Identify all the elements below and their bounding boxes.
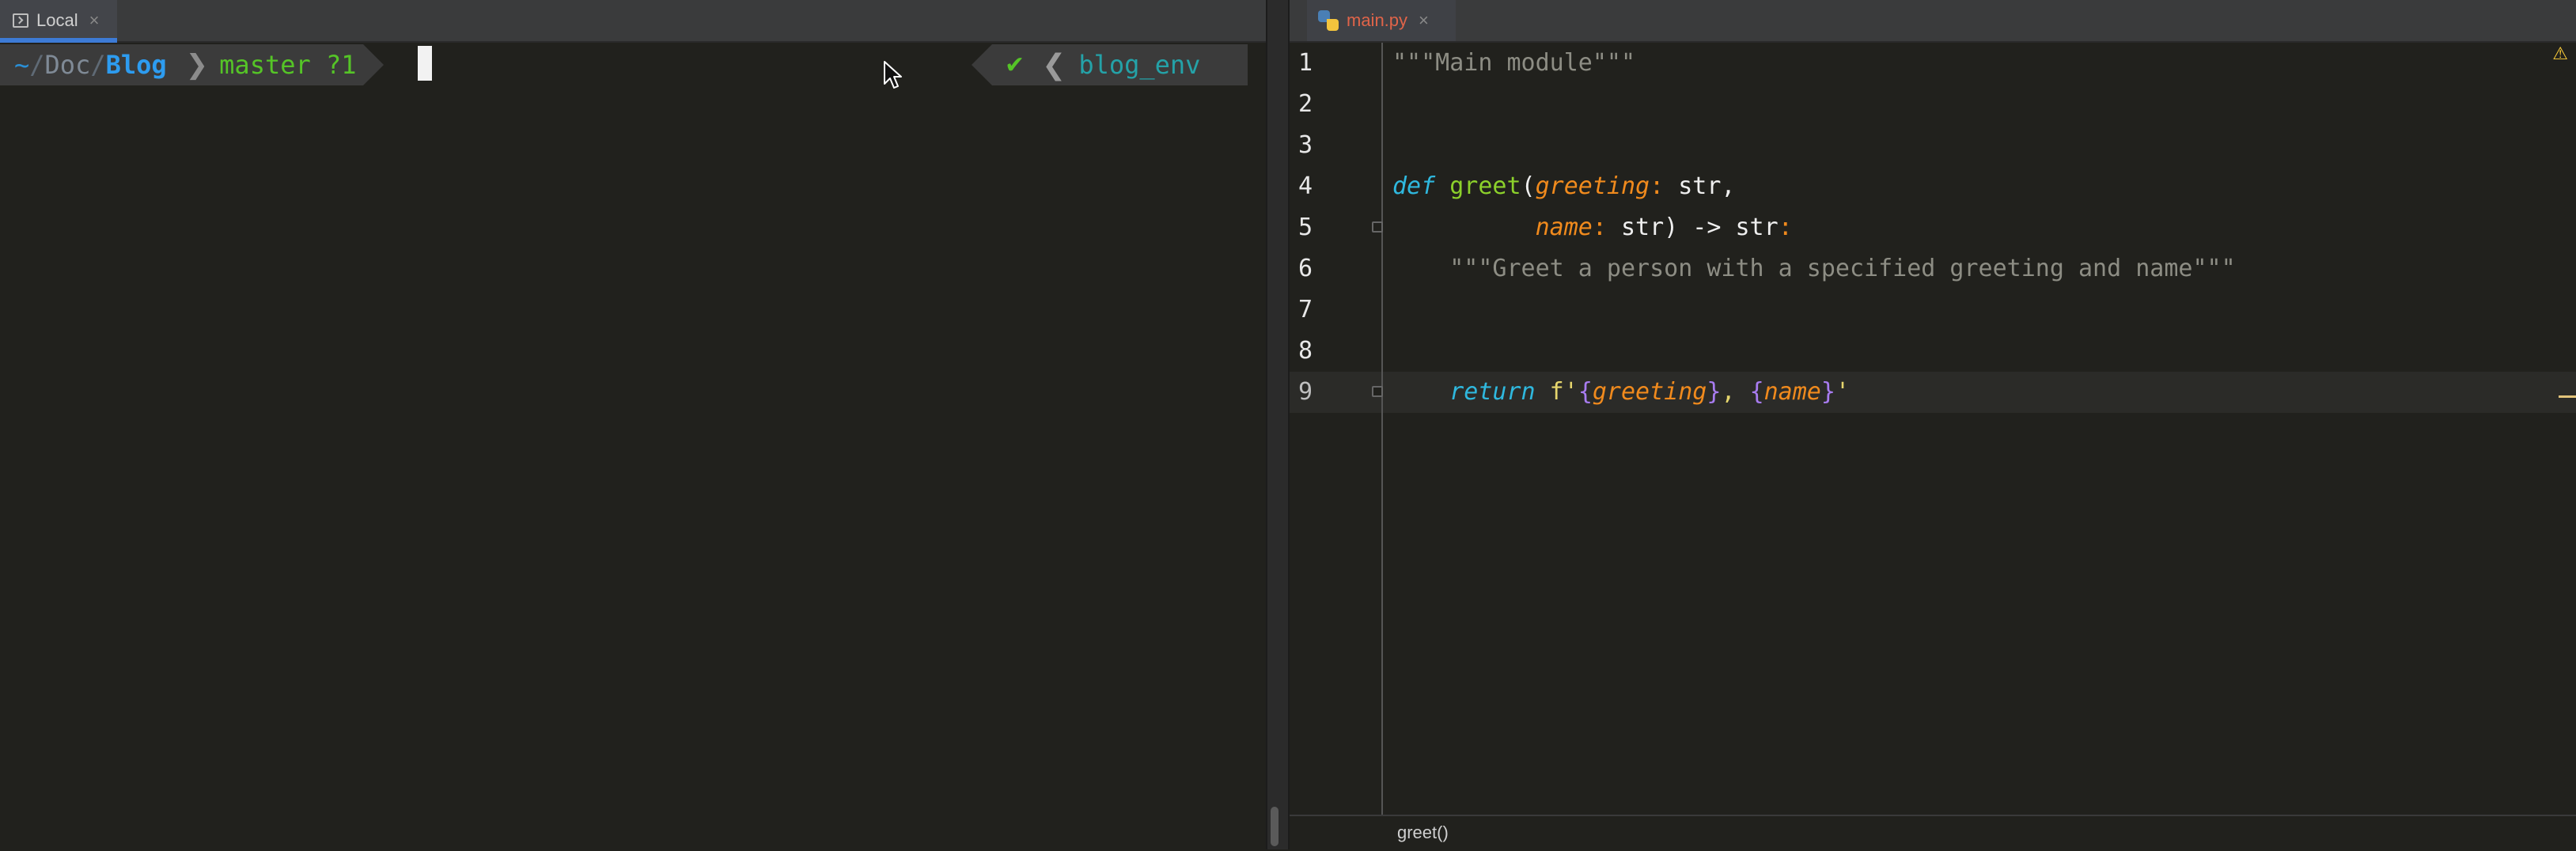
keyword: def — [1392, 172, 1436, 200]
parameter: greeting — [1535, 172, 1650, 200]
path-separator: / — [90, 50, 106, 80]
terminal-icon — [13, 13, 28, 28]
panel-splitter[interactable] — [1266, 0, 1290, 849]
close-icon[interactable]: × — [1419, 10, 1429, 31]
terminal-tab-bar: Local × — [0, 0, 1266, 43]
code-text: """Greet a person with a specified greet… — [1392, 248, 2236, 289]
code-text: """Main module""" — [1392, 43, 1635, 84]
path-segment-current: Blog — [105, 50, 167, 80]
tab-label: main.py — [1347, 10, 1408, 30]
code-line[interactable]: 4 def greet(greeting: str, — [1290, 166, 2576, 207]
code-line[interactable]: 7 — [1290, 289, 2576, 331]
chevron-left-icon: ❮ — [1042, 48, 1066, 81]
prompt-segment-start — [972, 44, 992, 85]
prompt-virtualenv: ✔ ❮ blog_env — [992, 44, 1248, 85]
code-line[interactable]: 6 """Greet a person with a specified gre… — [1290, 248, 2576, 289]
fstring-brace: { — [1749, 378, 1764, 406]
mouse-pointer-icon — [884, 61, 902, 89]
prompt-path: ~ / Doc / Blog — [0, 44, 175, 85]
punctuation: : — [1592, 214, 1607, 241]
type-hint: str) -> str — [1606, 214, 1779, 241]
punctuation: : — [1778, 214, 1793, 241]
docstring: """Greet a person with a specified greet… — [1392, 255, 2236, 282]
terminal-cursor — [418, 46, 432, 81]
code-line[interactable]: 3 — [1290, 125, 2576, 166]
punctuation: ( — [1521, 172, 1536, 200]
code-line[interactable]: 1 """Main module""" — [1290, 43, 2576, 84]
code-line[interactable]: 2 — [1290, 84, 2576, 125]
code-text: def greet(greeting: str, — [1392, 166, 1736, 207]
fstring-brace: { — [1578, 378, 1593, 406]
code-text: return f'{greeting}, {name}' — [1392, 372, 1850, 413]
code-line[interactable]: 8 — [1290, 331, 2576, 372]
punctuation: : — [1650, 172, 1665, 200]
editor-tab-bar: main.py × — [1290, 0, 2576, 43]
function-name: greet — [1449, 172, 1521, 200]
virtualenv-name: blog_env — [1078, 50, 1201, 80]
line-number: 5 — [1297, 214, 1313, 241]
docstring: """Main module""" — [1392, 49, 1636, 77]
editor-panel[interactable]: main.py × 1 """Main module""" 2 3 4 def … — [1290, 0, 2576, 851]
tab-label: Local — [36, 10, 78, 30]
tab-local-terminal[interactable]: Local × — [0, 0, 117, 43]
fstring-quote: ' — [1835, 378, 1850, 406]
git-branch-status: master ?1 — [219, 50, 357, 80]
line-number: 9 — [1297, 378, 1313, 406]
chevron-right-icon: ❯ — [185, 49, 209, 81]
line-number: 7 — [1297, 296, 1313, 323]
terminal-panel[interactable]: Local × ~ / Doc / Blog ❯ master ?1 ✔ ❮ blog_… — [0, 0, 1266, 849]
fstring-variable: greeting — [1592, 378, 1707, 406]
warning-icon[interactable]: ⚠ — [2552, 44, 2568, 64]
code-text: name: str) -> str: — [1392, 207, 1793, 248]
line-number: 2 — [1297, 90, 1313, 118]
prompt-git-status: ❯ master ?1 — [174, 44, 363, 85]
code-line-current[interactable]: 9 return f'{greeting}, {name}' — [1290, 372, 2576, 413]
code-line[interactable]: 5 name: str) -> str: — [1290, 207, 2576, 248]
parameter: name — [1535, 214, 1593, 241]
line-number: 3 — [1297, 131, 1313, 159]
right-prompt: ✔ ❮ blog_env — [972, 44, 1248, 85]
fstring-brace: } — [1820, 378, 1835, 406]
path-segment-doc: Doc — [44, 50, 91, 80]
active-tab-indicator — [0, 38, 117, 43]
fstring-text: , — [1721, 378, 1750, 406]
keyword: return — [1449, 378, 1536, 406]
line-number: 1 — [1297, 49, 1313, 77]
fold-start-icon[interactable] — [1372, 221, 1383, 233]
path-home: ~ — [14, 50, 30, 80]
line-number: 6 — [1297, 255, 1313, 282]
check-icon: ✔ — [1005, 51, 1025, 79]
close-icon[interactable]: × — [89, 10, 100, 31]
breadcrumb-bar: greet() — [1290, 815, 2576, 851]
terminal-scrollbar[interactable] — [1271, 807, 1279, 846]
change-marker[interactable] — [2559, 395, 2576, 398]
fstring-variable: name — [1763, 378, 1821, 406]
fstring-brace: } — [1707, 378, 1722, 406]
fstring-prefix: f' — [1535, 378, 1578, 406]
tab-main-py[interactable]: main.py × — [1307, 0, 1456, 41]
python-file-icon — [1318, 10, 1339, 31]
line-number: 4 — [1297, 172, 1313, 200]
breadcrumb[interactable]: greet() — [1397, 823, 1449, 843]
path-separator: / — [29, 50, 45, 80]
line-number: 8 — [1297, 337, 1313, 365]
shell-prompt: ~ / Doc / Blog ❯ master ?1 — [0, 44, 384, 85]
prompt-segment-end — [362, 44, 384, 85]
type-hint: str, — [1664, 172, 1736, 200]
fold-end-icon[interactable] — [1372, 386, 1383, 397]
